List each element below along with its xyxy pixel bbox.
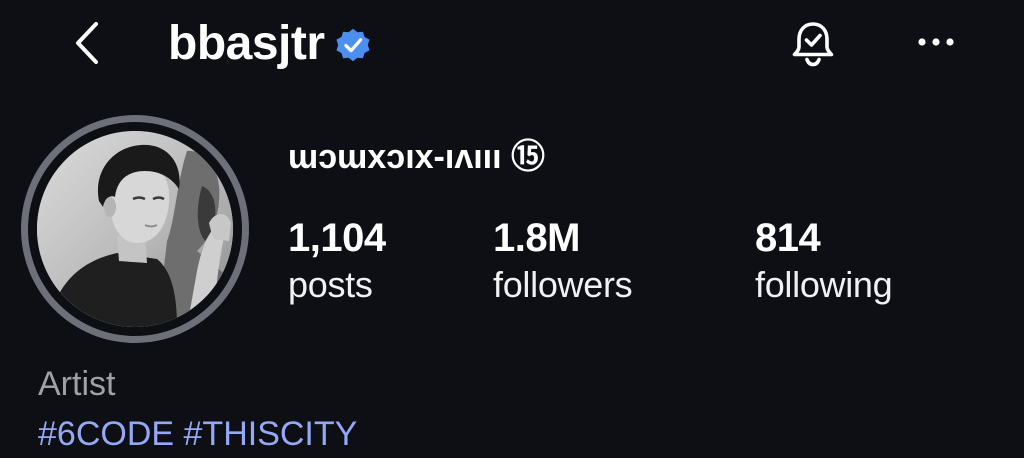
more-options-button[interactable]	[906, 20, 966, 64]
followers-count-value: 1.8M	[493, 216, 580, 260]
profile-screen: bbasjtr ɯɔɯxɔıx-ıʌııı ⑮ 1,104 posts 1.8M…	[0, 0, 1024, 458]
avatar-photo-graphic	[37, 131, 233, 327]
avatar-gap	[28, 122, 242, 336]
hashtag-link[interactable]: #6CODE	[38, 415, 174, 453]
avatar-photo	[37, 131, 233, 327]
bio-category: Artist	[38, 365, 116, 403]
verified-badge-icon	[333, 25, 373, 65]
notification-bell-button[interactable]	[782, 16, 844, 72]
avatar[interactable]	[21, 115, 249, 343]
username: bbasjtr	[168, 17, 325, 70]
following-count[interactable]: 814 following	[755, 214, 893, 308]
following-count-value: 814	[755, 216, 821, 260]
posts-count-value: 1,104	[288, 216, 386, 260]
back-button[interactable]	[62, 16, 112, 70]
posts-count[interactable]: 1,104 posts	[288, 214, 386, 308]
hashtag-link[interactable]: #THISCITY	[184, 415, 358, 453]
followers-count[interactable]: 1.8M followers	[493, 214, 633, 308]
following-count-label: following	[755, 264, 893, 305]
followers-count-label: followers	[493, 264, 633, 305]
header-title: bbasjtr	[168, 14, 373, 74]
notification-bell-check-icon	[792, 22, 834, 67]
posts-count-label: posts	[288, 264, 373, 305]
bio-hashtags: #6CODE #THISCITY	[38, 414, 357, 454]
chevron-left-icon	[76, 22, 98, 64]
more-horizontal-icon	[918, 38, 954, 46]
display-name: ɯɔɯxɔıx-ıʌııı ⑮	[288, 138, 546, 176]
